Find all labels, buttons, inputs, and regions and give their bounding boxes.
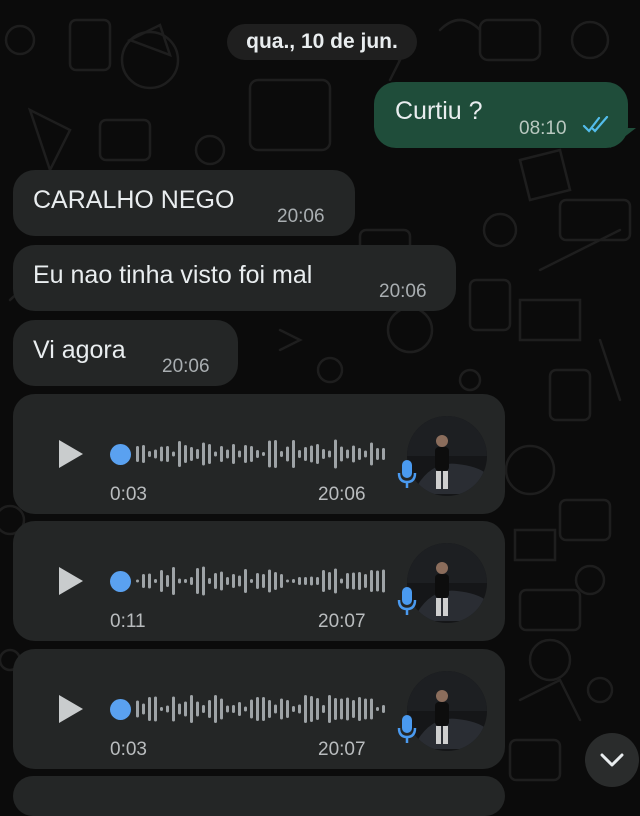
scroll-to-bottom-button[interactable] — [585, 733, 639, 787]
message-time: 20:06 — [277, 206, 325, 227]
message-time: 20:06 — [318, 484, 366, 505]
play-icon[interactable] — [57, 565, 85, 597]
message-time: 08:10 — [519, 118, 567, 139]
voice-duration: 0:03 — [110, 739, 147, 760]
voice-duration: 0:03 — [110, 484, 147, 505]
waveform[interactable] — [136, 561, 386, 601]
play-icon[interactable] — [57, 438, 85, 470]
outgoing-message[interactable]: Curtiu ? 08:10 — [374, 82, 628, 148]
double-check-icon — [582, 116, 609, 133]
chevron-down-icon — [600, 753, 624, 767]
playback-position[interactable] — [110, 699, 131, 720]
message-text: Vi agora — [33, 336, 126, 364]
avatar — [407, 416, 487, 496]
incoming-message[interactable]: Vi agora 20:06 — [13, 320, 238, 386]
message-text: Curtiu ? — [395, 97, 483, 125]
message-time: 20:06 — [379, 281, 427, 302]
incoming-message[interactable]: CARALHO NEGO 20:06 — [13, 170, 355, 236]
play-icon[interactable] — [57, 693, 85, 725]
voice-message[interactable]: 0:11 20:07 — [13, 521, 505, 641]
waveform[interactable] — [136, 689, 386, 729]
message-time: 20:07 — [318, 739, 366, 760]
message-time: 20:07 — [318, 611, 366, 632]
voice-duration: 0:11 — [110, 611, 146, 632]
date-separator: qua., 10 de jun. — [227, 24, 417, 60]
message-text: CARALHO NEGO — [33, 186, 235, 214]
message-time: 20:06 — [162, 356, 210, 377]
incoming-message-partial[interactable] — [13, 776, 505, 816]
playback-position[interactable] — [110, 444, 131, 465]
incoming-message[interactable]: Eu nao tinha visto foi mal 20:06 — [13, 245, 456, 311]
microphone-icon — [397, 587, 417, 615]
date-label: qua., 10 de jun. — [246, 30, 398, 53]
microphone-icon — [397, 460, 417, 488]
microphone-icon — [397, 715, 417, 743]
voice-message[interactable]: 0:03 20:06 — [13, 394, 505, 514]
avatar — [407, 671, 487, 751]
message-text: Eu nao tinha visto foi mal — [33, 261, 313, 289]
playback-position[interactable] — [110, 571, 131, 592]
waveform[interactable] — [136, 434, 386, 474]
voice-message[interactable]: 0:03 20:07 — [13, 649, 505, 769]
avatar — [407, 543, 487, 623]
